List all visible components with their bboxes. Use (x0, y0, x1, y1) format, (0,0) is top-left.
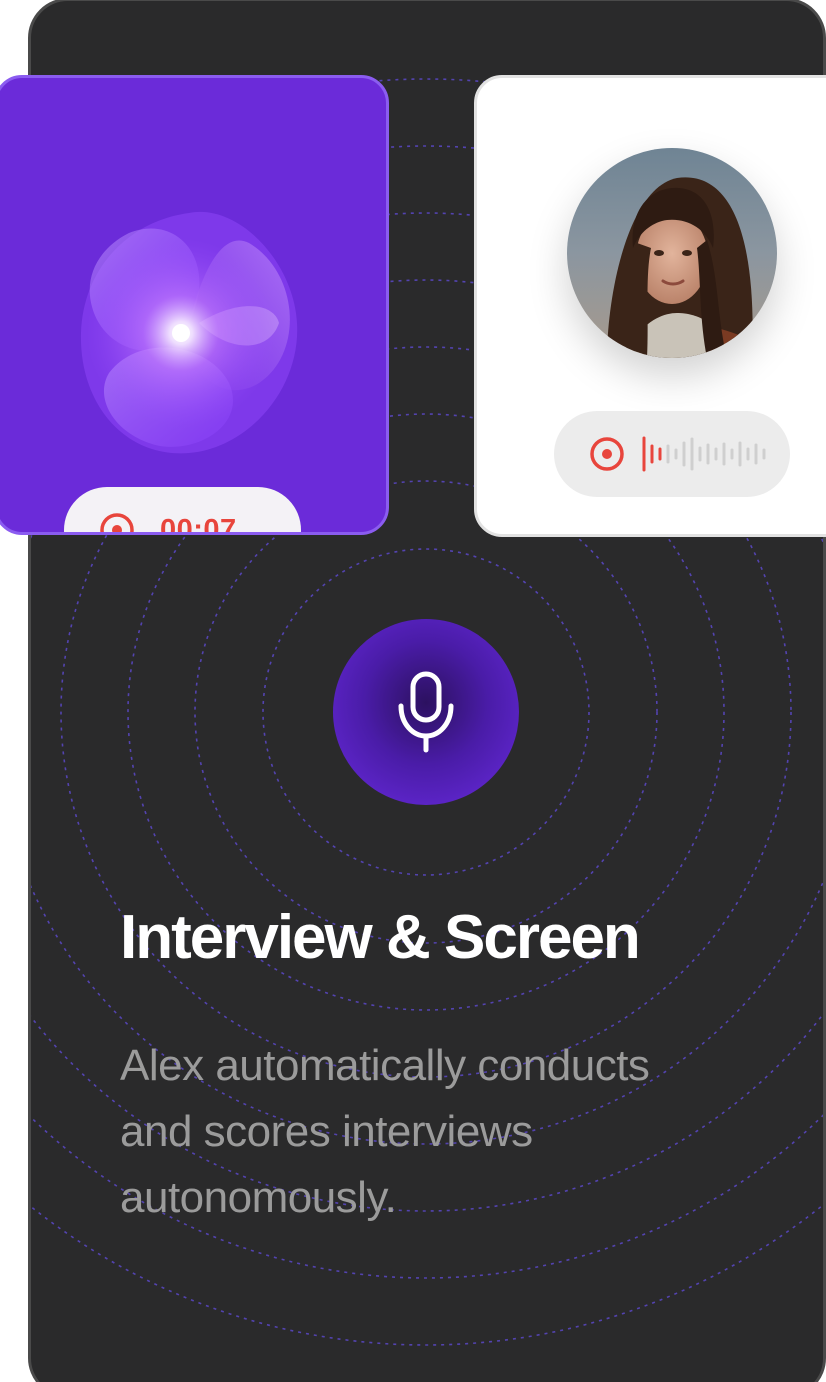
user-avatar-icon (567, 148, 777, 358)
audio-waveform-icon (642, 436, 766, 472)
recording-timer-pill: 00:07 (64, 487, 301, 535)
candidate-avatar (567, 148, 777, 358)
record-icon (100, 513, 134, 532)
recording-timer: 00:07 (160, 513, 237, 535)
page: 00:07 Interview & Screen Alex automatica… (0, 0, 826, 1382)
ai-orb-icon (80, 211, 298, 454)
microphone-icon (398, 671, 454, 753)
ai-interviewer-panel: 00:07 (0, 75, 389, 535)
feature-description: Alex automatically conducts and scores i… (120, 1041, 650, 1222)
microphone-button[interactable] (333, 619, 519, 805)
candidate-panel (474, 75, 826, 537)
feature-title: Interview & Screen (120, 903, 641, 972)
audio-level-pill (554, 411, 790, 497)
record-icon (590, 437, 624, 471)
